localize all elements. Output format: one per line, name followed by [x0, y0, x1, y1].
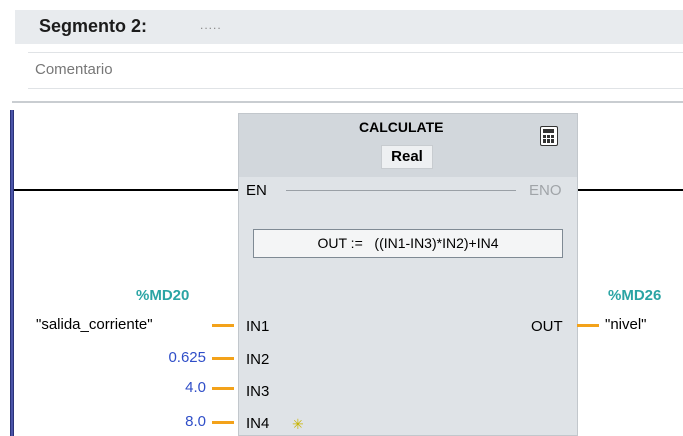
en-eno-connection — [286, 190, 516, 191]
left-power-rail — [10, 110, 14, 436]
segment-title-field[interactable]: ..... — [200, 18, 222, 32]
block-name: CALCULATE — [359, 119, 444, 135]
calculator-icon[interactable] — [540, 126, 558, 146]
out-pin: OUT — [531, 318, 563, 335]
block-header: CALCULATE Real — [239, 114, 577, 177]
in2-value[interactable]: 0.625 — [140, 349, 206, 366]
in4-pin: IN4 — [246, 415, 270, 432]
in1-pin: IN1 — [246, 318, 270, 335]
in1-address[interactable]: %MD20 — [136, 287, 189, 304]
segment-title: Segmento 2: — [39, 16, 148, 36]
out-tag[interactable]: "nivel" — [605, 316, 647, 333]
in1-wire — [212, 324, 234, 327]
eno-pin: ENO — [529, 182, 562, 199]
formula-field[interactable]: OUT := ((IN1-IN3)*IN2)+IN4 — [253, 229, 563, 258]
rung-wire-right — [578, 189, 683, 191]
in1-tag[interactable]: "salida_corriente" — [36, 316, 153, 333]
in4-value[interactable]: 8.0 — [140, 413, 206, 430]
in3-value[interactable]: 4.0 — [140, 379, 206, 396]
out-wire — [577, 324, 599, 327]
in4-wire — [212, 421, 234, 424]
calculate-block[interactable]: CALCULATE Real — [238, 113, 578, 436]
data-type-selector[interactable]: Real — [381, 145, 433, 169]
segment-comment-field[interactable]: Comentario — [28, 52, 683, 89]
en-pin: EN — [246, 182, 267, 199]
network-divider — [12, 101, 683, 103]
out-address[interactable]: %MD26 — [608, 287, 661, 304]
segment-header[interactable]: Segmento 2: ..... — [15, 10, 683, 44]
in3-pin: IN3 — [246, 383, 270, 400]
add-input-icon[interactable]: ✳ — [292, 416, 304, 433]
in3-wire — [212, 387, 234, 390]
comment-placeholder: Comentario — [35, 61, 113, 78]
in2-pin: IN2 — [246, 351, 270, 368]
in2-wire — [212, 357, 234, 360]
rung-wire-left — [14, 189, 238, 191]
